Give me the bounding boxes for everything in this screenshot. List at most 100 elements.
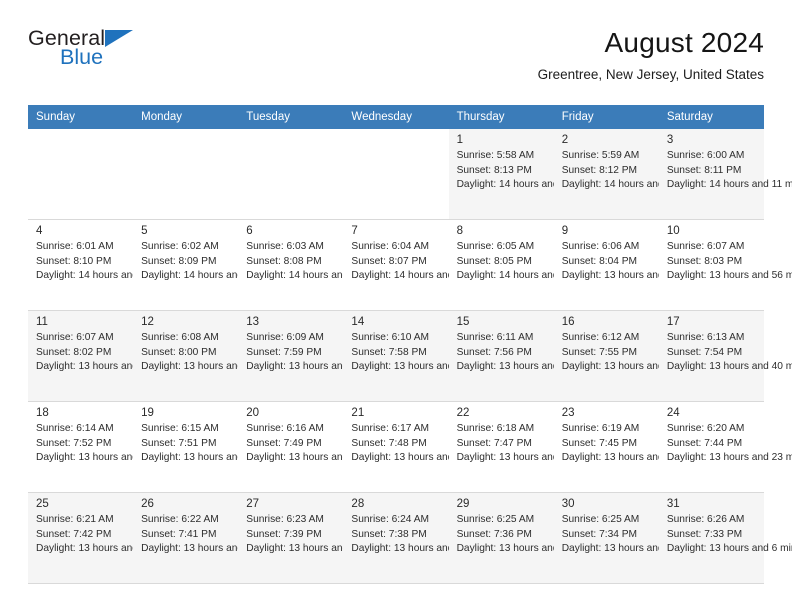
column-header-saturday: Saturday — [658, 105, 764, 129]
day-number: 2 — [561, 134, 569, 146]
sunrise-time: Sunrise: 6:25 AM — [561, 514, 640, 526]
calendar-day-cell[interactable]: 18 Sunrise: 6:14 AM Sunset: 7:52 PM Dayligh… — [28, 402, 193, 492]
daylight-duration: Daylight: 14 hours and 11 minutes. — [666, 179, 792, 191]
day-details: Sunrise: 6:12 AM Sunset: 7:55 PM Daylight:… — [561, 331, 720, 374]
day-details: Sunrise: 6:08 AM Sunset: 8:00 PM Daylight:… — [141, 331, 298, 374]
calendar-day-cell[interactable]: 27 Sunrise: 6:23 AM Sunset: 7:39 PM Dayligh… — [238, 493, 404, 583]
day-number: 17 — [666, 316, 680, 328]
day-number: 23 — [561, 407, 575, 419]
calendar-day-cell[interactable]: 23 Sunrise: 6:19 AM Sunset: 7:45 PM Dayligh… — [553, 402, 719, 492]
calendar-day-cell[interactable]: 11 Sunrise: 6:07 AM Sunset: 8:02 PM Dayligh… — [28, 311, 193, 401]
page-title: August 2024 — [604, 27, 764, 58]
day-number: 26 — [141, 498, 154, 510]
sunrise-time: Sunrise: 5:59 AM — [561, 150, 640, 162]
sunset-time: Sunset: 7:44 PM — [666, 437, 743, 449]
column-header-tuesday: Tuesday — [238, 105, 344, 129]
day-details: Sunrise: 6:15 AM Sunset: 7:51 PM Daylight:… — [141, 422, 299, 465]
calendar-day-cell[interactable]: 31 Sunrise: 6:26 AM Sunset: 7:33 PM Dayligh… — [658, 493, 792, 583]
sunrise-time: Sunrise: 6:20 AM — [666, 423, 745, 435]
sunrise-time: Sunrise: 6:04 AM — [351, 241, 430, 253]
sunset-time: Sunset: 8:00 PM — [141, 346, 217, 358]
calendar-day-cell[interactable]: 6 Sunrise: 6:03 AM Sunset: 8:08 PM Daylight… — [238, 220, 398, 310]
calendar-day-cell[interactable]: 24 Sunrise: 6:20 AM Sunset: 7:44 PM Dayligh… — [658, 402, 792, 492]
sunrise-time: Sunrise: 6:24 AM — [351, 514, 430, 526]
calendar-day-cell[interactable]: 22 Sunrise: 6:18 AM Sunset: 7:47 PM Dayligh… — [448, 402, 614, 492]
day-details: Sunrise: 6:17 AM Sunset: 7:48 PM Daylight:… — [351, 422, 509, 465]
calendar-day-cell[interactable]: 14 Sunrise: 6:10 AM Sunset: 7:58 PM Dayligh… — [343, 311, 509, 401]
calendar-day-cell[interactable]: 1 Sunrise: 5:58 AM Sunset: 8:13 PM Daylight… — [448, 129, 614, 219]
calendar-day-cell[interactable]: 12 Sunrise: 6:08 AM Sunset: 8:00 PM Dayligh… — [133, 311, 299, 401]
calendar-day-cell[interactable]: 4 Sunrise: 6:01 AM Sunset: 8:10 PM Daylight… — [28, 220, 188, 310]
calendar-day-cell[interactable]: 25 Sunrise: 6:21 AM Sunset: 7:42 PM Dayligh… — [28, 493, 193, 583]
daylight-duration: Daylight: 13 hours and 42 minutes. — [561, 361, 720, 373]
sunrise-time: Sunrise: 6:17 AM — [351, 423, 430, 435]
sunset-time: Sunset: 7:42 PM — [36, 528, 112, 540]
calendar-day-cell[interactable]: 2 Sunrise: 5:59 AM Sunset: 8:12 PM Daylight… — [553, 129, 719, 219]
calendar-day-cell[interactable]: 5 Sunrise: 6:02 AM Sunset: 8:09 PM Daylight… — [133, 220, 293, 310]
calendar-day-cell[interactable]: 30 Sunrise: 6:25 AM Sunset: 7:34 PM Dayligh… — [553, 493, 714, 583]
sunrise-time: Sunrise: 6:08 AM — [141, 332, 219, 344]
day-details: Sunrise: 5:58 AM Sunset: 8:13 PM Daylight:… — [456, 149, 614, 192]
calendar-week-row: 1 Sunrise: 5:58 AM Sunset: 8:13 PM Daylight… — [28, 129, 792, 220]
day-number: 31 — [666, 498, 680, 510]
day-details: Sunrise: 6:07 AM Sunset: 8:03 PM Daylight:… — [666, 240, 792, 283]
day-details: Sunrise: 6:18 AM Sunset: 7:47 PM Daylight:… — [457, 422, 614, 465]
daylight-duration: Daylight: 13 hours and 31 minutes. — [351, 452, 509, 464]
day-number: 13 — [246, 316, 260, 328]
sunset-time: Sunset: 7:59 PM — [246, 346, 322, 358]
day-number: 21 — [351, 407, 365, 419]
calendar-day-cell[interactable]: 29 Sunrise: 6:25 AM Sunset: 7:36 PM Dayligh… — [448, 493, 613, 583]
sunset-time: Sunset: 7:48 PM — [351, 437, 427, 449]
daylight-duration: Daylight: 13 hours and 35 minutes. — [141, 452, 299, 464]
day-details: Sunrise: 6:14 AM Sunset: 7:52 PM Daylight:… — [36, 422, 193, 465]
calendar-day-cell[interactable]: 13 Sunrise: 6:09 AM Sunset: 7:59 PM Dayligh… — [238, 311, 404, 401]
sunrise-time: Sunrise: 6:10 AM — [351, 332, 430, 344]
column-header-friday: Friday — [553, 105, 659, 129]
calendar-day-cell[interactable]: 20 Sunrise: 6:16 AM Sunset: 7:49 PM Dayligh… — [238, 402, 404, 492]
sunset-time: Sunset: 8:03 PM — [666, 255, 743, 267]
calendar-day-cell[interactable]: 10 Sunrise: 6:07 AM Sunset: 8:03 PM Dayligh… — [658, 220, 792, 310]
sunrise-time: Sunrise: 6:01 AM — [36, 241, 114, 253]
day-details: Sunrise: 6:20 AM Sunset: 7:44 PM Daylight:… — [666, 422, 792, 465]
sunset-time: Sunset: 8:10 PM — [36, 255, 112, 267]
calendar-day-cell[interactable]: 3 Sunrise: 6:00 AM Sunset: 8:11 PM Daylight… — [658, 129, 792, 219]
daylight-duration: Daylight: 13 hours and 49 minutes. — [246, 361, 404, 373]
daylight-duration: Daylight: 13 hours and 9 minutes. — [561, 543, 714, 555]
calendar-day-cell[interactable]: 26 Sunrise: 6:22 AM Sunset: 7:41 PM Dayligh… — [133, 493, 299, 583]
sunrise-time: Sunrise: 6:15 AM — [141, 423, 219, 435]
calendar-day-cell[interactable]: 28 Sunrise: 6:24 AM Sunset: 7:38 PM Dayligh… — [343, 493, 509, 583]
day-number: 7 — [351, 225, 358, 237]
day-number: 3 — [666, 134, 674, 146]
sunset-time: Sunset: 8:13 PM — [456, 164, 532, 176]
sunset-time: Sunset: 7:58 PM — [351, 346, 427, 358]
calendar-day-cell[interactable]: 9 Sunrise: 6:06 AM Sunset: 8:04 PM Daylight… — [553, 220, 720, 310]
day-number: 16 — [561, 316, 575, 328]
daylight-duration: Daylight: 13 hours and 58 minutes. — [561, 270, 720, 282]
calendar-day-cell[interactable]: 8 Sunrise: 6:05 AM Sunset: 8:05 PM Daylight… — [448, 220, 608, 310]
day-details: Sunrise: 6:06 AM Sunset: 8:04 PM Daylight:… — [561, 240, 720, 283]
calendar-day-cell[interactable]: 17 Sunrise: 6:13 AM Sunset: 7:54 PM Dayligh… — [658, 311, 792, 401]
day-details: Sunrise: 6:04 AM Sunset: 8:07 PM Daylight:… — [351, 240, 503, 283]
day-number: 25 — [36, 498, 49, 510]
sunrise-time: Sunrise: 6:11 AM — [456, 332, 534, 344]
sunrise-time: Sunrise: 6:07 AM — [666, 241, 745, 253]
calendar-day-cell[interactable]: 7 Sunrise: 6:04 AM Sunset: 8:07 PM Daylight… — [343, 220, 503, 310]
day-details: Sunrise: 6:03 AM Sunset: 8:08 PM Daylight:… — [246, 240, 398, 283]
sunrise-time: Sunrise: 6:06 AM — [561, 241, 640, 253]
calendar-header-row: Sunday Monday Tuesday Wednesday Thursday Frid… — [28, 105, 764, 129]
day-number: 4 — [36, 225, 43, 237]
day-details: Sunrise: 6:21 AM Sunset: 7:42 PM Daylight:… — [36, 513, 193, 556]
day-number: 5 — [141, 225, 148, 237]
day-details: Sunrise: 6:02 AM Sunset: 8:09 PM Daylight:… — [141, 240, 293, 283]
day-details: Sunrise: 6:00 AM Sunset: 8:11 PM Daylight:… — [666, 149, 792, 192]
page-header: General Blue August 2024 Greentree, New … — [28, 0, 764, 81]
calendar-day-cell[interactable]: 19 Sunrise: 6:15 AM Sunset: 7:51 PM Dayligh… — [133, 402, 299, 492]
triangle-icon — [105, 30, 133, 47]
calendar-day-cell[interactable]: 16 Sunrise: 6:12 AM Sunset: 7:55 PM Dayligh… — [553, 311, 720, 401]
calendar-week-row: 4 Sunrise: 6:01 AM Sunset: 8:10 PM Daylight… — [28, 219, 792, 311]
sunset-time: Sunset: 7:41 PM — [141, 528, 217, 540]
calendar-day-cell[interactable]: 21 Sunrise: 6:17 AM Sunset: 7:48 PM Dayligh… — [343, 402, 509, 492]
general-blue-logo[interactable]: General Blue — [28, 27, 158, 74]
title-block: August 2024 Greentree, New Jersey, Unite… — [538, 27, 764, 83]
calendar-day-cell[interactable]: 15 Sunrise: 6:11 AM Sunset: 7:56 PM Dayligh… — [448, 311, 614, 401]
